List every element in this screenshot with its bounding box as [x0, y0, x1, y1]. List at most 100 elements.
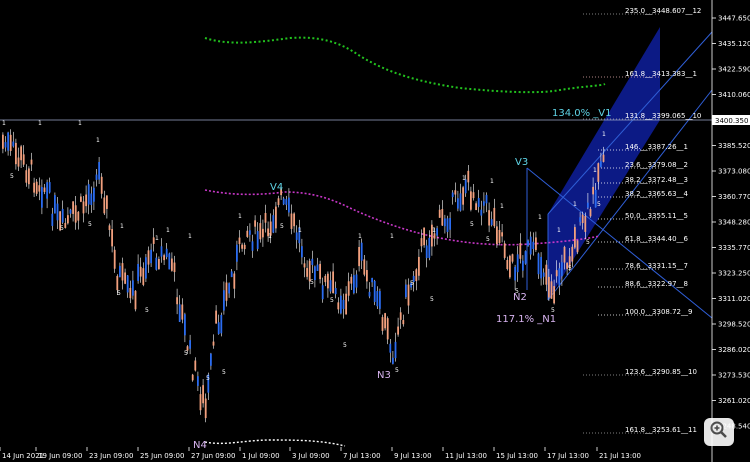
candle-bear: [555, 270, 558, 277]
fib-level-label: 146.__3387.26__1: [625, 143, 688, 151]
candle-bull: [532, 241, 535, 249]
price-tick-label: 3385.520: [718, 142, 750, 150]
fibonacci-levels: 235.0__3448.607__12 161.8__3413.383__1 131…: [583, 7, 701, 434]
candle-bull: [178, 304, 181, 322]
price-tick-label: 3373.080: [718, 168, 750, 176]
candle-bull: [558, 268, 561, 286]
price-axis[interactable]: 3447.6503435.1203422.5903410.0603397.520…: [711, 0, 750, 462]
candle-bull: [379, 291, 381, 309]
candle-bear: [35, 181, 38, 194]
marker-five: 5: [410, 280, 414, 287]
candle-bear: [462, 187, 464, 205]
candle-bull: [119, 265, 121, 278]
price-tick-label: 3447.650: [718, 15, 750, 23]
candle-bull: [522, 260, 524, 271]
candle-bear: [30, 159, 33, 165]
fib-level-label: 161.8__3253.61__11: [625, 426, 697, 434]
candle-bear: [550, 281, 553, 299]
candle-bull: [249, 230, 251, 235]
candle-bear: [38, 185, 41, 192]
fib-level-label: 61.8__3344.40__6: [625, 235, 689, 243]
marker-one: 1: [96, 137, 100, 144]
candle-bull: [184, 314, 186, 336]
candle-bull: [561, 262, 563, 277]
candle-bear: [498, 229, 501, 243]
time-tick-label: 7 Jul 13:00: [343, 452, 381, 460]
candle-bull: [168, 253, 171, 270]
price-tick-label: 3422.590: [718, 66, 750, 74]
candle-bear: [384, 313, 386, 329]
candle-bull: [132, 280, 134, 296]
candle-bear: [519, 243, 522, 259]
candle-bear: [467, 170, 470, 183]
chart-window[interactable]: 235.0__3448.607__12 161.8__3413.383__1 131…: [0, 0, 750, 462]
marker-one: 1: [462, 175, 466, 182]
marker-one: 1: [593, 167, 597, 174]
candle-bull: [301, 246, 303, 258]
time-tick-label: 19 Jun 09:00: [38, 452, 82, 460]
time-tick-label: 25 Jun 09:00: [140, 452, 184, 460]
candle-bull: [542, 272, 545, 277]
marker-five: 5: [60, 225, 64, 232]
candle-bull: [373, 280, 376, 302]
candle-bear: [358, 247, 360, 267]
marker-one: 1: [120, 223, 124, 230]
marker-five: 5: [310, 279, 314, 286]
candle-bear: [246, 230, 249, 237]
candle-bear: [386, 318, 389, 340]
time-tick-label: 15 Jul 13:00: [496, 452, 538, 460]
candle-bear: [306, 268, 308, 277]
candle-bull: [282, 198, 285, 205]
candle-bull: [480, 209, 483, 216]
candle-bull: [329, 280, 332, 292]
candle-bear: [124, 272, 126, 284]
candle-bull: [490, 219, 493, 226]
marker-five: 5: [88, 221, 92, 228]
candle-bear: [381, 317, 384, 331]
candle-bull: [321, 285, 324, 300]
candle-bull: [160, 246, 163, 257]
time-tick-label: 3 Jul 09:00: [292, 452, 330, 460]
candle-bull: [392, 357, 394, 364]
candle-bull: [155, 257, 158, 270]
candle-bear: [324, 275, 327, 283]
magnifier-plus-icon: [709, 420, 729, 445]
price-tick-label: 3360.770: [718, 193, 750, 201]
wave-label-n1: 117.1% _N1: [496, 314, 556, 325]
marker-one: 1: [188, 233, 192, 240]
candle-bear: [345, 293, 347, 315]
candle-bear: [397, 326, 399, 335]
candle-bull: [371, 277, 373, 283]
marker-five: 5: [395, 367, 399, 374]
candle-bull: [342, 299, 345, 309]
candle-bull: [537, 253, 540, 275]
price-chart[interactable]: 235.0__3448.607__12 161.8__3413.383__1 131…: [0, 0, 750, 462]
candle-bull: [314, 266, 316, 281]
marker-one: 1: [538, 214, 542, 221]
candle-bear: [584, 216, 587, 232]
candle-bear: [402, 320, 405, 325]
wave-label-v3: V3: [515, 157, 528, 168]
wave-label-v4: V4: [270, 182, 283, 193]
candle-bull: [93, 187, 95, 202]
candle-bear: [2, 134, 4, 149]
green-dotted-curve: [204, 36, 606, 94]
candle-bull: [165, 248, 168, 258]
candle-bull: [46, 182, 48, 199]
time-axis[interactable]: 14 Jun 202119 Jun 09:00 23 Jun 09:00 25 Ju…: [0, 447, 641, 460]
candle-bear: [238, 237, 241, 244]
candle-bear: [576, 240, 579, 253]
candle-bear: [350, 276, 353, 284]
wave-label-v1: 134.0% _V1: [552, 108, 612, 119]
candle-bull: [236, 244, 238, 262]
candle-bull: [285, 199, 288, 205]
marker-five: 5: [551, 307, 555, 314]
zoom-button[interactable]: [704, 418, 734, 446]
fib-level-label: 123.6__3290.85__10: [625, 368, 697, 376]
candle-bull: [446, 218, 449, 232]
candle-bear: [454, 190, 457, 195]
candle-bear: [171, 258, 173, 271]
marker-five: 5: [330, 297, 334, 304]
candle-bear: [72, 201, 74, 214]
candle-bear: [22, 154, 25, 165]
